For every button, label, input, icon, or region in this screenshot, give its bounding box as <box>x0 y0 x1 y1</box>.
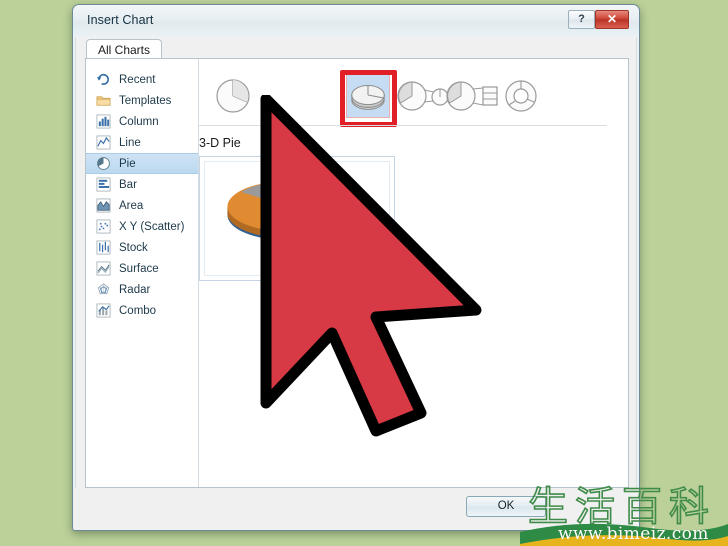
surface-icon <box>96 261 111 276</box>
radar-icon <box>97 283 110 295</box>
sidebar-item-label: Line <box>119 136 141 149</box>
folder-icon <box>96 96 111 106</box>
gallery-title: 3-D Pie <box>199 136 241 150</box>
insert-chart-dialog: Insert Chart ? ✕ All Charts Recent Templ… <box>72 4 640 531</box>
chart-subtype-bar-of-pie[interactable] <box>443 74 498 118</box>
sidebar-item-surface[interactable]: Surface <box>86 258 198 279</box>
sidebar-item-area[interactable]: Area <box>86 195 198 216</box>
sidebar-item-stock[interactable]: Stock <box>86 237 198 258</box>
chart-preview-box[interactable] <box>199 156 395 281</box>
dialog-content: Recent Templates Column Line Pie Bar Are… <box>85 58 629 488</box>
tab-all-charts[interactable]: All Charts <box>86 39 163 59</box>
line-icon <box>96 135 111 150</box>
sidebar-item-scatter[interactable]: X Y (Scatter) <box>86 216 198 237</box>
help-button[interactable]: ? <box>568 10 595 29</box>
chart-subtype-pie[interactable] <box>211 74 255 118</box>
dialog-titlebar: Insert Chart ? ✕ <box>73 5 639 37</box>
pie-thumb-icon <box>216 79 250 113</box>
sidebar-item-bar[interactable]: Bar <box>86 174 198 195</box>
sidebar-item-label: X Y (Scatter) <box>119 220 185 233</box>
dialog-title: Insert Chart <box>87 13 154 27</box>
area-icon <box>96 198 111 213</box>
doughnut-thumb-icon <box>505 80 537 112</box>
sidebar-item-templates[interactable]: Templates <box>86 90 198 111</box>
scatter-icon <box>96 219 111 234</box>
chart-type-sidebar: Recent Templates Column Line Pie Bar Are… <box>86 59 199 487</box>
stock-icon <box>96 240 111 255</box>
tab-strip: All Charts <box>85 39 629 59</box>
sidebar-item-label: Radar <box>119 283 151 296</box>
sidebar-item-label: Templates <box>119 94 172 107</box>
sidebar-item-pie[interactable]: Pie <box>86 153 198 174</box>
sidebar-item-combo[interactable]: Combo <box>86 300 198 321</box>
chart-gallery-panel: 3-D Pie <box>199 59 628 487</box>
sidebar-item-label: Pie <box>119 157 136 170</box>
sidebar-item-recent[interactable]: Recent <box>86 69 198 90</box>
sidebar-item-label: Surface <box>119 262 159 275</box>
pie-icon <box>97 157 110 170</box>
ok-button[interactable]: OK <box>466 496 546 517</box>
chart-preview-inner <box>204 161 390 276</box>
chart-subtype-doughnut[interactable] <box>499 74 543 118</box>
bar-of-pie-thumb-icon <box>446 81 498 111</box>
dialog-footer: OK <box>75 488 637 528</box>
three-d-pie-preview-icon <box>227 181 348 262</box>
sidebar-item-line[interactable]: Line <box>86 132 198 153</box>
chart-subtype-row <box>199 69 628 127</box>
recent-icon <box>96 73 109 85</box>
chart-subtype-pie-of-pie[interactable] <box>394 74 449 118</box>
sidebar-item-radar[interactable]: Radar <box>86 279 198 300</box>
sidebar-item-label: Stock <box>119 241 148 254</box>
combo-icon <box>96 303 111 318</box>
bar-icon <box>96 177 111 192</box>
sidebar-item-label: Combo <box>119 304 157 317</box>
sidebar-item-label: Column <box>119 115 159 128</box>
sidebar-item-column[interactable]: Column <box>86 111 198 132</box>
gallery-divider <box>199 125 607 126</box>
column-icon <box>96 114 111 129</box>
chart-subtype-3d-pie[interactable] <box>346 74 390 118</box>
sidebar-item-label: Area <box>119 199 144 212</box>
sidebar-item-label: Recent <box>119 73 156 86</box>
three-d-pie-thumb-icon <box>351 84 385 110</box>
close-button[interactable]: ✕ <box>595 10 629 29</box>
sidebar-item-label: Bar <box>119 178 137 191</box>
